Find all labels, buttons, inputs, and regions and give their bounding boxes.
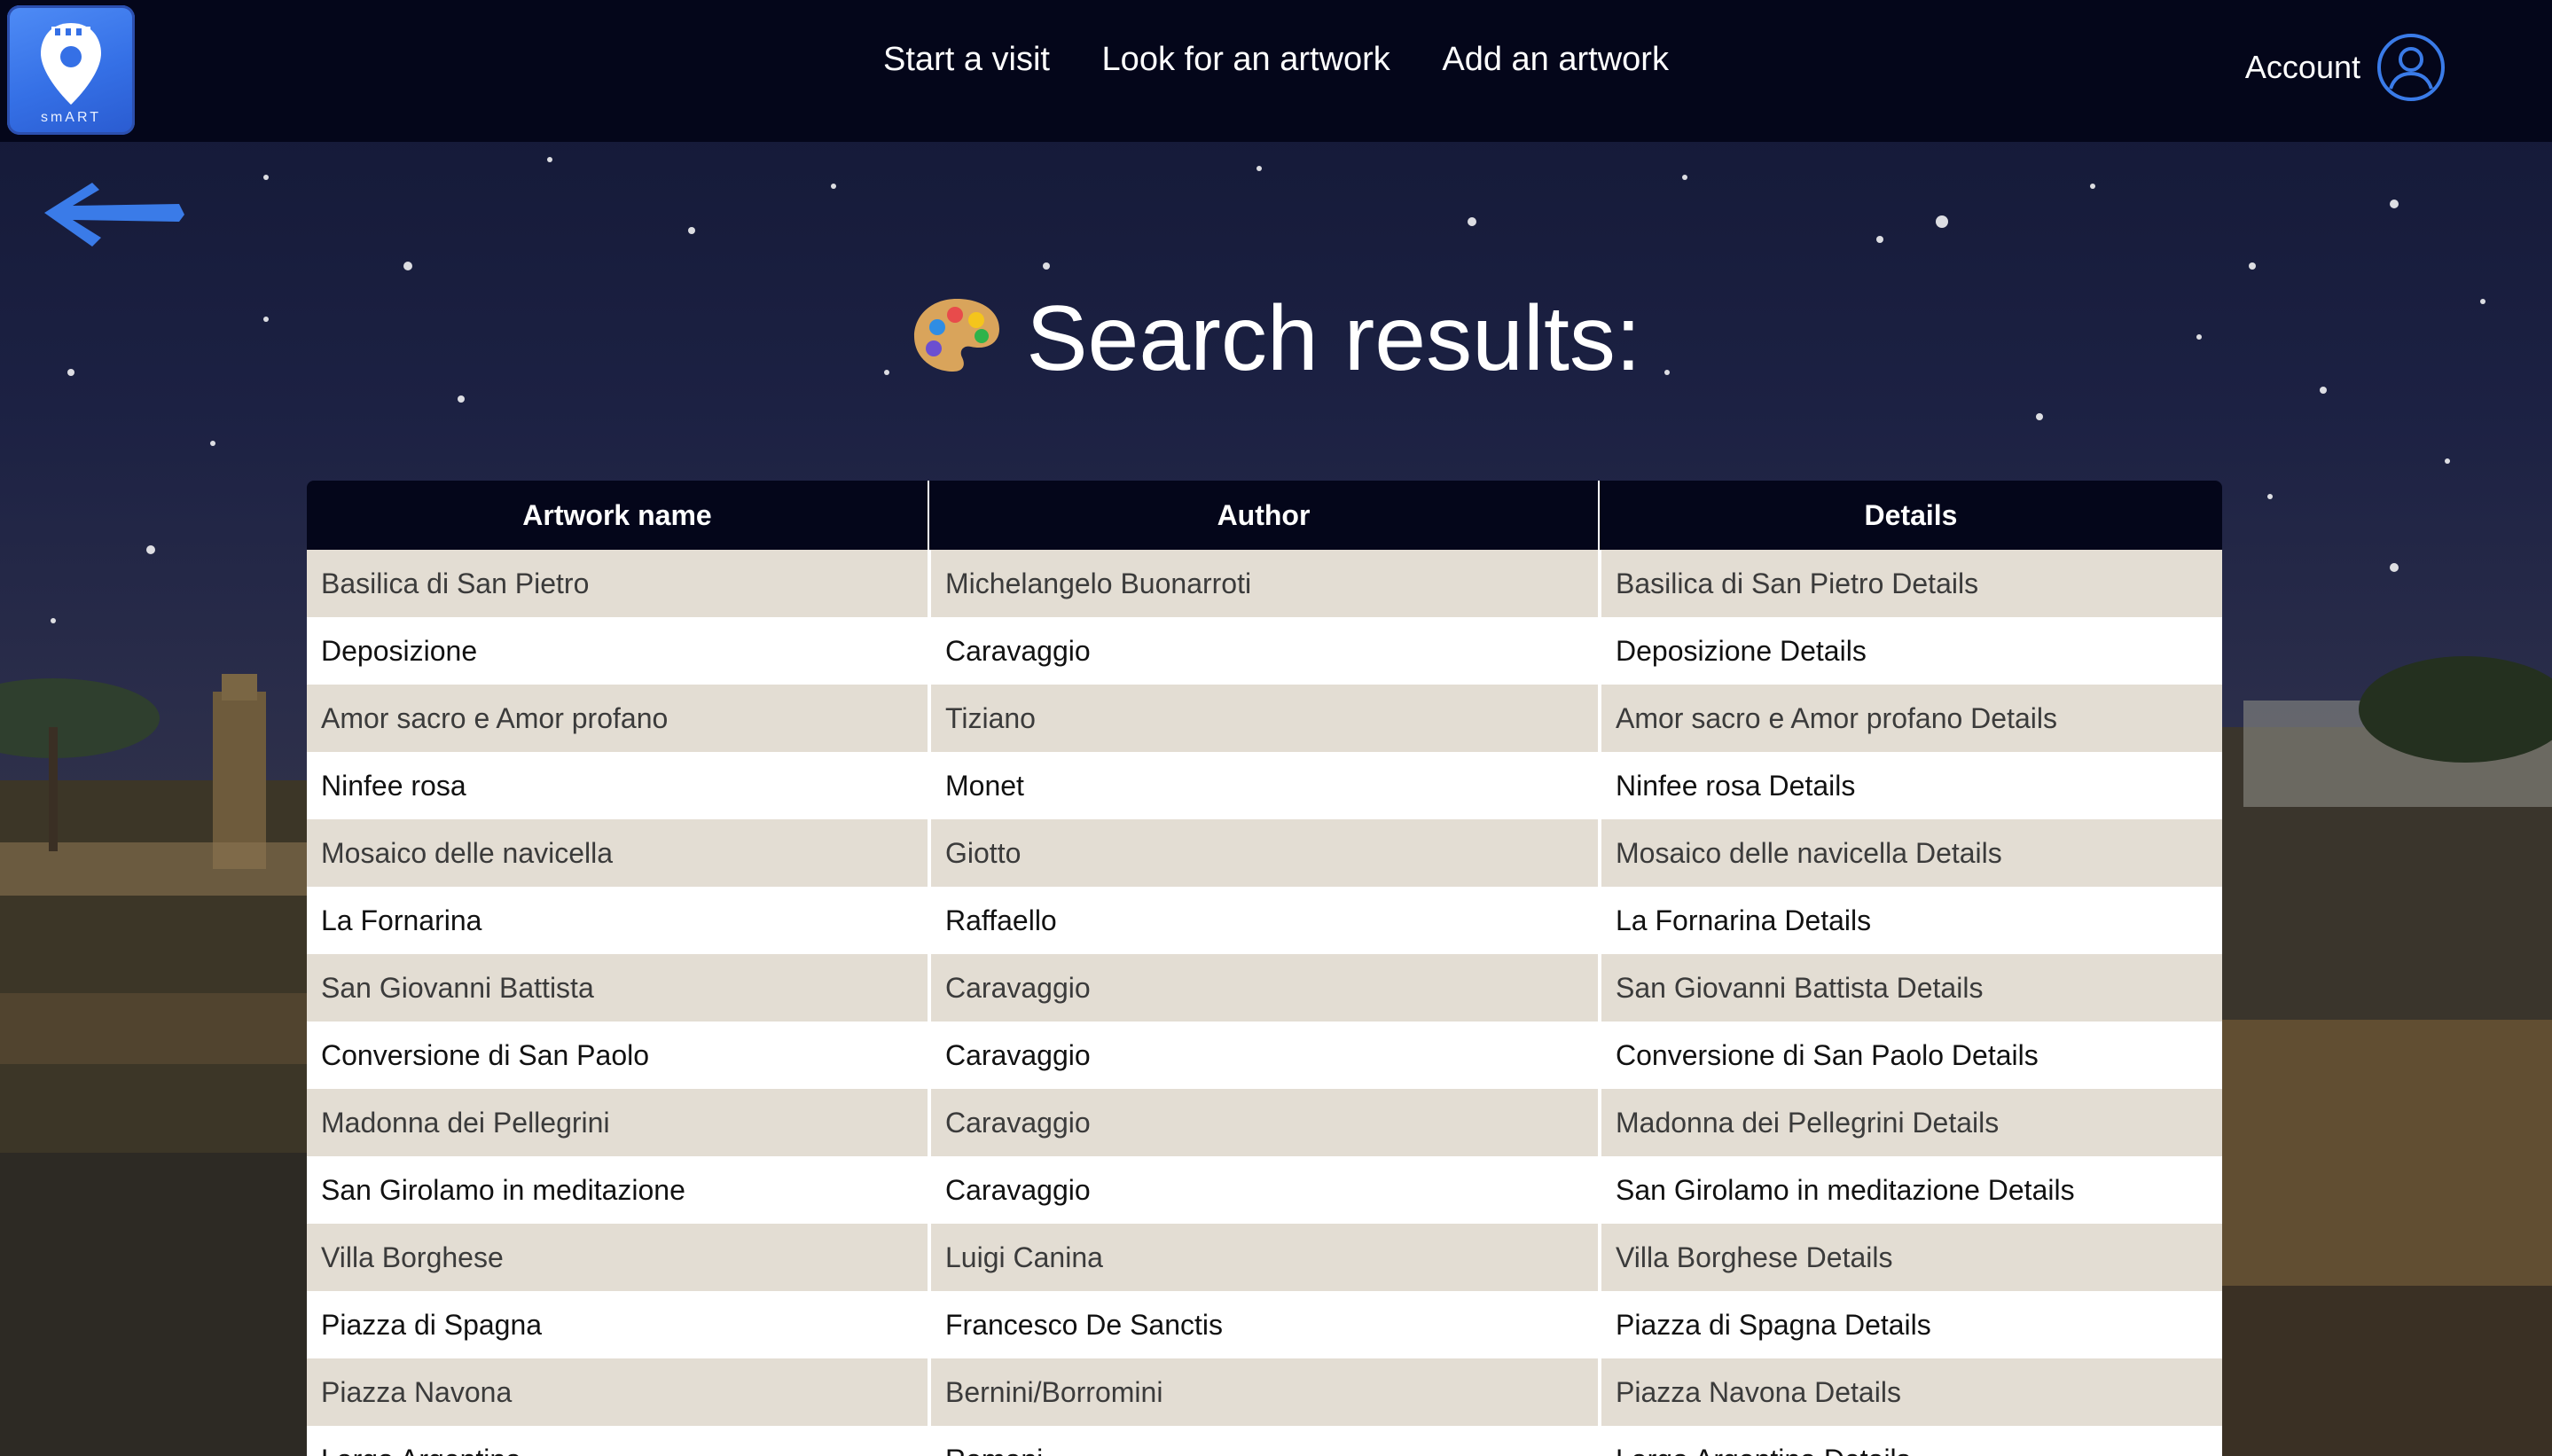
table-row[interactable]: Ninfee rosa Monet Ninfee rosa Details (307, 752, 2222, 819)
author-cell: Caravaggio (928, 1156, 1598, 1224)
page-title: Search results: (0, 286, 2552, 392)
author-cell: Tiziano (928, 685, 1598, 752)
author-cell: Caravaggio (928, 617, 1598, 685)
column-header-author: Author (928, 481, 1598, 550)
table-row[interactable]: Basilica di San Pietro Michelangelo Buon… (307, 550, 2222, 617)
author-cell: Caravaggio (928, 1089, 1598, 1156)
user-account-icon (2377, 34, 2445, 101)
table-row[interactable]: San Giovanni Battista Caravaggio San Gio… (307, 954, 2222, 1022)
page-title-text: Search results: (1026, 287, 1641, 390)
table-row[interactable]: Piazza Navona Bernini/Borromini Piazza N… (307, 1358, 2222, 1426)
artwork-name-cell: Villa Borghese (307, 1224, 928, 1291)
details-link[interactable]: Madonna dei Pellegrini Details (1598, 1089, 2222, 1156)
logo-text: smART (40, 110, 102, 125)
results-table-container: Artwork name Author Details Basilica di … (307, 481, 2222, 1456)
nav-add-artwork[interactable]: Add an artwork (1442, 41, 1669, 79)
author-cell: Caravaggio (928, 1022, 1598, 1089)
table-row[interactable]: La Fornarina Raffaello La Fornarina Deta… (307, 887, 2222, 954)
top-navbar: smART Start a visit Look for an artwork … (0, 0, 2552, 142)
author-cell: Giotto (928, 819, 1598, 887)
artwork-name-cell: Deposizione (307, 617, 928, 685)
column-header-artwork-name: Artwork name (307, 481, 928, 550)
details-link[interactable]: Mosaico delle navicella Details (1598, 819, 2222, 887)
details-link[interactable]: San Girolamo in meditazione Details (1598, 1156, 2222, 1224)
table-row[interactable]: Deposizione Caravaggio Deposizione Detai… (307, 617, 2222, 685)
author-cell: Caravaggio (928, 954, 1598, 1022)
nav-look-for-artwork[interactable]: Look for an artwork (1102, 41, 1390, 79)
details-link[interactable]: Largo Argentina Details (1598, 1426, 2222, 1456)
details-link[interactable]: San Giovanni Battista Details (1598, 954, 2222, 1022)
artwork-name-cell: San Girolamo in meditazione (307, 1156, 928, 1224)
author-cell: Raffaello (928, 887, 1598, 954)
author-cell: Michelangelo Buonarroti (928, 550, 1598, 617)
details-link[interactable]: Ninfee rosa Details (1598, 752, 2222, 819)
artwork-name-cell: Amor sacro e Amor profano (307, 685, 928, 752)
details-link[interactable]: Piazza di Spagna Details (1598, 1291, 2222, 1358)
nav-start-visit[interactable]: Start a visit (883, 41, 1050, 79)
account-label: Account (2244, 49, 2360, 85)
details-link[interactable]: Basilica di San Pietro Details (1598, 550, 2222, 617)
back-arrow-icon[interactable] (37, 174, 188, 254)
artwork-name-cell: San Giovanni Battista (307, 954, 928, 1022)
details-link[interactable]: Amor sacro e Amor profano Details (1598, 685, 2222, 752)
author-cell: Francesco De Sanctis (928, 1291, 1598, 1358)
artwork-name-cell: Conversione di San Paolo (307, 1022, 928, 1089)
artwork-name-cell: Piazza Navona (307, 1358, 928, 1426)
table-row[interactable]: Largo Argentina Romani Largo Argentina D… (307, 1426, 2222, 1456)
artwork-name-cell: Madonna dei Pellegrini (307, 1089, 928, 1156)
artist-palette-icon (914, 299, 1000, 372)
details-link[interactable]: Conversione di San Paolo Details (1598, 1022, 2222, 1089)
table-header-row: Artwork name Author Details (307, 481, 2222, 550)
details-link[interactable]: La Fornarina Details (1598, 887, 2222, 954)
author-cell: Luigi Canina (928, 1224, 1598, 1291)
table-row[interactable]: Amor sacro e Amor profano Tiziano Amor s… (307, 685, 2222, 752)
table-row[interactable]: Madonna dei Pellegrini Caravaggio Madonn… (307, 1089, 2222, 1156)
table-row[interactable]: Conversione di San Paolo Caravaggio Conv… (307, 1022, 2222, 1089)
author-cell: Bernini/Borromini (928, 1358, 1598, 1426)
main-nav: Start a visit Look for an artwork Add an… (0, 41, 2552, 79)
artwork-name-cell: Ninfee rosa (307, 752, 928, 819)
artwork-name-cell: Largo Argentina (307, 1426, 928, 1456)
author-cell: Monet (928, 752, 1598, 819)
column-header-details: Details (1598, 481, 2222, 550)
artwork-name-cell: La Fornarina (307, 887, 928, 954)
table-row[interactable]: Mosaico delle navicella Giotto Mosaico d… (307, 819, 2222, 887)
table-row[interactable]: Piazza di Spagna Francesco De Sanctis Pi… (307, 1291, 2222, 1358)
author-cell: Romani (928, 1426, 1598, 1456)
table-row[interactable]: Villa Borghese Luigi Canina Villa Borghe… (307, 1224, 2222, 1291)
artwork-name-cell: Mosaico delle navicella (307, 819, 928, 887)
table-row[interactable]: San Girolamo in meditazione Caravaggio S… (307, 1156, 2222, 1224)
details-link[interactable]: Deposizione Details (1598, 617, 2222, 685)
artwork-name-cell: Piazza di Spagna (307, 1291, 928, 1358)
account-button[interactable]: Account (2245, 32, 2446, 103)
details-link[interactable]: Villa Borghese Details (1598, 1224, 2222, 1291)
artwork-name-cell: Basilica di San Pietro (307, 550, 928, 617)
details-link[interactable]: Piazza Navona Details (1598, 1358, 2222, 1426)
results-table: Artwork name Author Details Basilica di … (307, 481, 2222, 1456)
